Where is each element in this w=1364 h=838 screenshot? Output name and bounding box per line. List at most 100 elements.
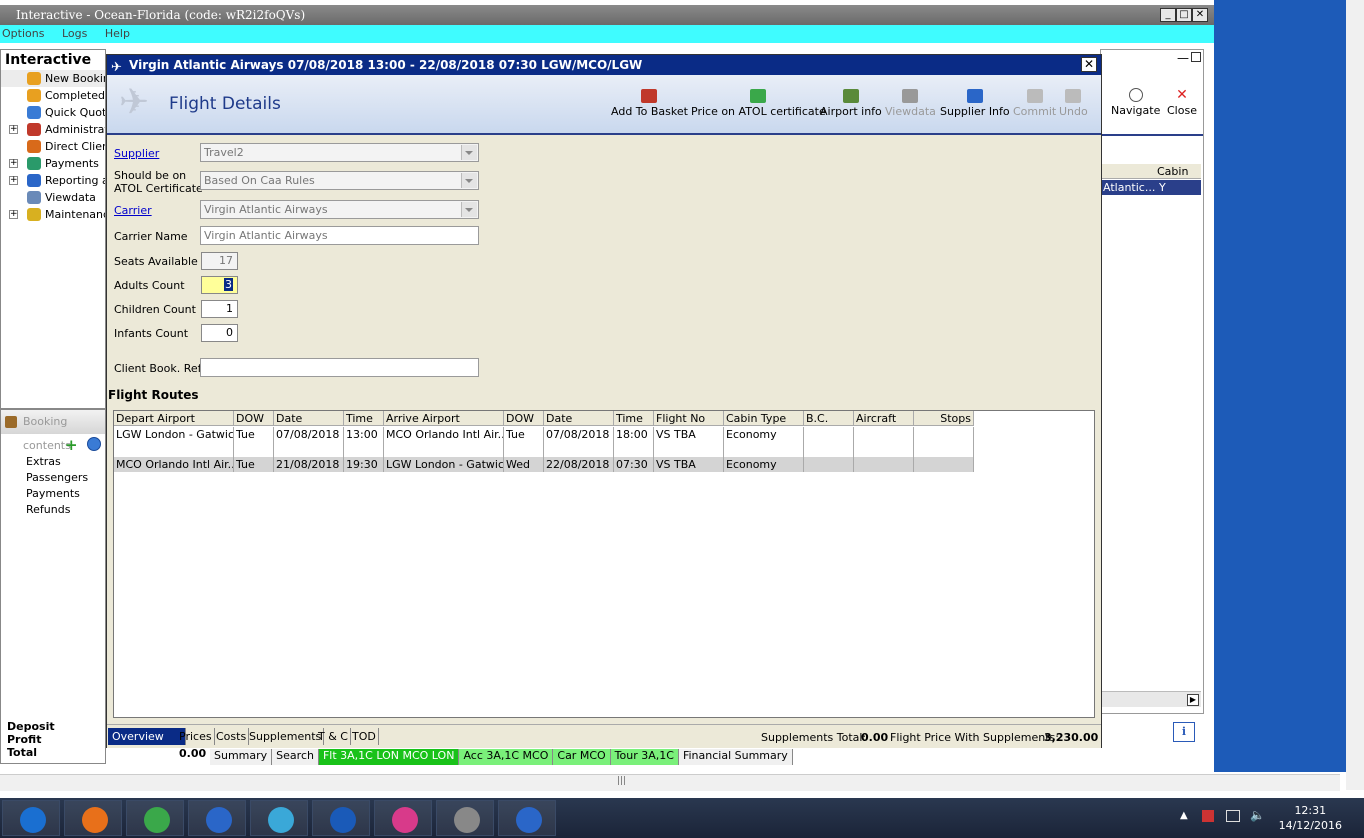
selected-row[interactable]: Atlantic... Y [1101, 180, 1201, 195]
column-header[interactable]: B.C. [804, 411, 854, 426]
taskbar-app-1[interactable] [64, 800, 122, 836]
taskbar-app-2[interactable] [126, 800, 184, 836]
pane-minimize-icon[interactable]: — [1177, 51, 1189, 65]
add-icon[interactable]: + [65, 436, 78, 454]
booking-tab[interactable]: Acc 3A,1C MCO [459, 749, 554, 765]
booking-contents-item[interactable]: Refunds [1, 502, 105, 518]
menu-help[interactable]: Help [105, 27, 130, 40]
booking-tab[interactable]: Financial Summary [678, 749, 793, 765]
column-header[interactable]: DOW [504, 411, 544, 426]
sidebar-item-2[interactable]: Quick Quote [1, 104, 105, 121]
taskbar-app-6[interactable] [374, 800, 432, 836]
table-row[interactable]: MCO Orlando Intl Air... Tue 21/08/2018 19:3… [114, 457, 974, 472]
table-row[interactable] [114, 442, 974, 457]
toolbar-button-1[interactable]: Price on ATOL certificate [691, 89, 826, 123]
minimize-button[interactable]: _ [1160, 8, 1176, 22]
taskbar-app-8[interactable] [498, 800, 556, 836]
navigate-button[interactable]: Navigate [1111, 88, 1160, 117]
sidebar-item-6[interactable]: + Reporting ar [1, 172, 105, 189]
horizontal-scrollbar[interactable]: ▶ [1101, 691, 1201, 707]
toolbar-button-4[interactable]: Supplier Info [940, 89, 1010, 123]
column-header[interactable]: Time [614, 411, 654, 426]
window-close-button[interactable]: ✕ [1192, 8, 1208, 22]
booking-tab[interactable]: Summary [210, 749, 273, 765]
client-book-ref-field[interactable] [200, 358, 479, 377]
sidebar-item-1[interactable]: Completed B [1, 87, 105, 104]
network-icon[interactable] [1226, 810, 1240, 822]
expand-icon[interactable]: + [9, 210, 18, 219]
flag-icon[interactable] [1202, 810, 1214, 822]
footer-tab[interactable]: Supplements [247, 728, 325, 745]
booking-contents-item[interactable]: Payments [1, 486, 105, 502]
grid-cell: MCO Orlando Intl Air... [116, 457, 234, 472]
sidebar-item-4[interactable]: Direct Client [1, 138, 105, 155]
scroll-right-icon[interactable]: ▶ [1187, 694, 1199, 706]
children-count-field[interactable]: 1 [201, 300, 238, 318]
column-header[interactable]: Time [344, 411, 384, 426]
toolbar-button-2[interactable]: Airport info [820, 89, 882, 123]
expand-icon[interactable]: + [9, 125, 18, 134]
sidebar-item-5[interactable]: + Payments [1, 155, 105, 172]
footer-tab[interactable]: Prices [177, 728, 215, 745]
flight-price-value: 3,230.00 [1044, 731, 1099, 744]
toolbar-button-0[interactable]: Add To Basket [611, 89, 688, 123]
taskbar-app-0[interactable] [2, 800, 60, 836]
toolbar-button-6[interactable]: Undo [1059, 89, 1088, 123]
taskbar-app-3[interactable] [188, 800, 246, 836]
booking-tab[interactable]: Tour 3A,1C [610, 749, 679, 765]
booking-tab[interactable]: Search [272, 749, 319, 765]
taskbar-app-5[interactable] [312, 800, 370, 836]
sidebar-item-8[interactable]: + Maintenance [1, 206, 105, 223]
column-header[interactable]: Depart Airport [114, 411, 234, 426]
booking-tab[interactable]: Flt 3A,1C LON MCO LON [318, 749, 460, 765]
expand-icon[interactable]: + [9, 159, 18, 168]
footer-tab[interactable]: Overview [108, 728, 186, 745]
maximize-button[interactable]: □ [1176, 8, 1192, 22]
column-header[interactable]: Stops [914, 411, 974, 426]
column-header[interactable]: Aircraft [854, 411, 914, 426]
sidebar-item-0[interactable]: New Booking [1, 70, 105, 87]
booking-contents-item[interactable]: Passengers [1, 470, 105, 486]
globe-icon[interactable] [87, 437, 101, 451]
column-header[interactable]: DOW [234, 411, 274, 426]
booking-tab[interactable]: Car MCO [553, 749, 611, 765]
carrier-cell: Atlantic... [1103, 181, 1156, 194]
clock[interactable]: 12:31 14/12/2016 [1279, 803, 1342, 833]
carrier-name-field[interactable]: Virgin Atlantic Airways [200, 226, 479, 245]
sidebar-item-7[interactable]: Viewdata [1, 189, 105, 206]
vertical-scrollbar[interactable] [1346, 0, 1364, 790]
supplier-dropdown[interactable]: Travel2 [200, 143, 479, 162]
scroll-grip-icon[interactable]: ||| [617, 776, 626, 786]
column-header[interactable]: Date [274, 411, 344, 426]
main-horizontal-scrollbar[interactable]: ||| [0, 774, 1340, 791]
toolbar-button-3[interactable]: Viewdata [885, 89, 936, 123]
carrier-dropdown[interactable]: Virgin Atlantic Airways [200, 200, 479, 219]
footer-tab[interactable]: Costs [214, 728, 250, 745]
column-header[interactable]: Cabin Type [724, 411, 804, 426]
info-icon[interactable]: i [1173, 722, 1195, 742]
toolbar-button-5[interactable]: Commit [1013, 89, 1056, 123]
atol-dropdown[interactable]: Based On Caa Rules [200, 171, 479, 190]
tray-arrow-icon[interactable]: ▲ [1180, 810, 1188, 821]
sidebar-item-3[interactable]: + Administrat [1, 121, 105, 138]
volume-icon[interactable]: 🔈 [1250, 808, 1265, 822]
column-header[interactable]: Flight No [654, 411, 724, 426]
footer-tab[interactable]: T & C [316, 728, 351, 745]
grid-cell: 13:00 [344, 427, 384, 442]
pane-restore-icon[interactable] [1191, 52, 1201, 62]
supplier-label[interactable]: Supplier [114, 147, 159, 160]
taskbar-app-4[interactable] [250, 800, 308, 836]
menu-logs[interactable]: Logs [62, 27, 87, 40]
expand-icon[interactable]: + [9, 176, 18, 185]
table-row[interactable]: LGW London - Gatwic... Tue 07/08/2018 13:00… [114, 427, 974, 442]
adults-count-field[interactable]: 3 [201, 276, 238, 294]
carrier-label[interactable]: Carrier [114, 204, 152, 217]
close-button[interactable]: ✕ Close [1167, 88, 1197, 117]
column-header[interactable]: Arrive Airport [384, 411, 504, 426]
footer-tab[interactable]: TOD [350, 728, 379, 745]
dialog-close-button[interactable]: ✕ [1081, 57, 1097, 72]
taskbar-app-7[interactable] [436, 800, 494, 836]
infants-count-field[interactable]: 0 [201, 324, 238, 342]
column-header[interactable]: Date [544, 411, 614, 426]
menu-options[interactable]: Options [2, 27, 44, 40]
